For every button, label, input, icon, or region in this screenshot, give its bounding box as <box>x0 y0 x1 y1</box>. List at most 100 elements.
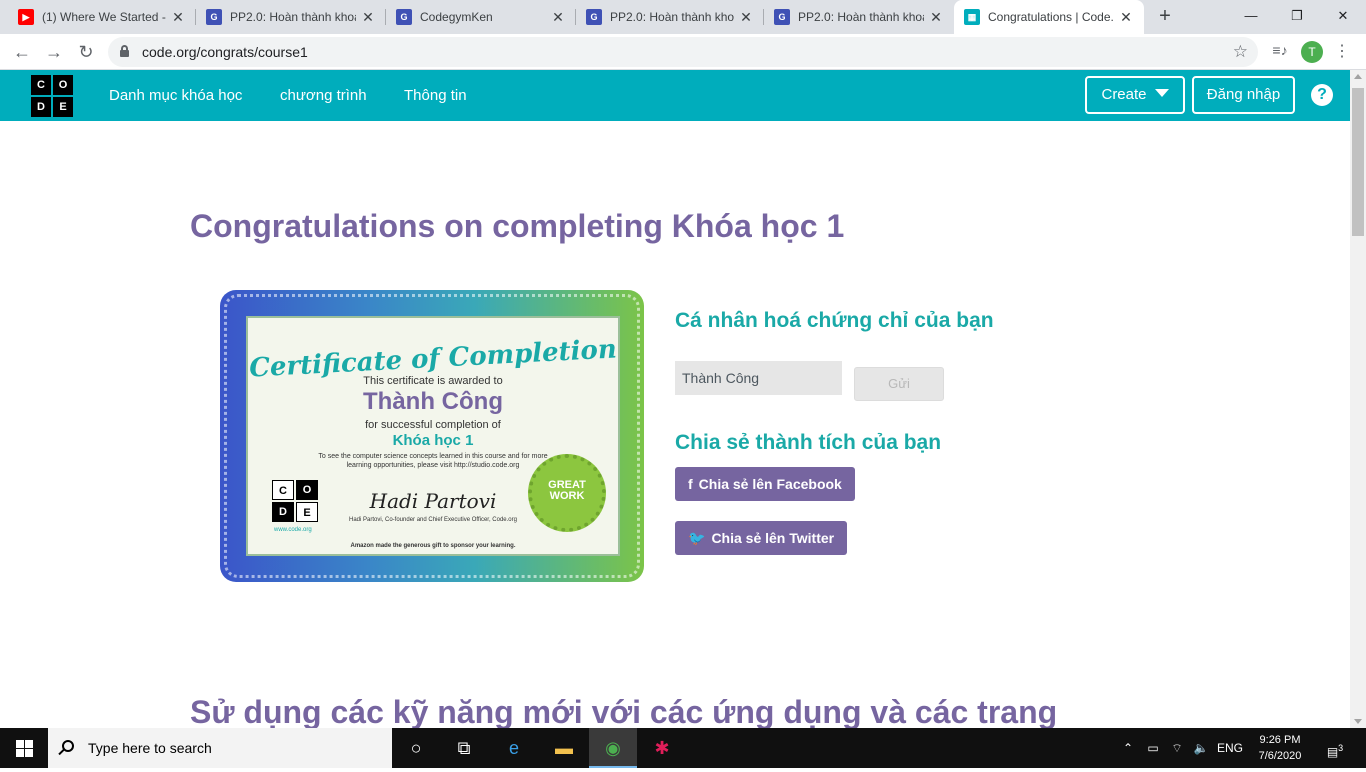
logo-letter: D <box>31 97 51 117</box>
caret-down-icon <box>1154 89 1169 97</box>
taskbar-clock[interactable]: 9:26 PM 7/6/2020 <box>1248 732 1312 764</box>
taskbar-search-placeholder: Type here to search <box>88 740 212 756</box>
tab-codegymken[interactable]: G CodegymKen ✕ <box>386 0 576 34</box>
tab-pp2-1[interactable]: G PP2.0: Hoàn thành khoá ✕ <box>196 0 386 34</box>
logo-letter: C <box>31 75 51 95</box>
chrome-icon[interactable]: ◉ <box>589 728 637 768</box>
badge-text: GREAT WORK <box>548 479 586 502</box>
notification-glyph: ▤ <box>1326 745 1339 759</box>
share-facebook-label: Chia sẻ lên Facebook <box>698 476 842 492</box>
browser-toolbar: ← → ↻ code.org/congrats/course1 ☆ ≡♪ T ⋮ <box>0 34 1366 70</box>
close-icon[interactable]: ✕ <box>1118 9 1134 26</box>
tab-title: PP2.0: Hoàn thành khoá <box>610 10 734 24</box>
page-scrollbar[interactable] <box>1350 70 1366 728</box>
codegym-icon: G <box>206 9 222 25</box>
great-work-badge: GREAT WORK <box>528 454 606 532</box>
lock-icon <box>120 45 129 57</box>
codegym-icon: G <box>586 9 602 25</box>
page-title: Congratulations on completing Khóa học 1 <box>190 208 845 244</box>
share-twitter-label: Chia sẻ lên Twitter <box>711 530 835 546</box>
certificate-recipient-name: Thành Công <box>363 388 503 415</box>
codeorg-icon: ▦ <box>964 9 980 25</box>
codegym-icon: G <box>396 9 412 25</box>
logo-letter: E <box>53 97 73 117</box>
certificate-success-text: for successful completion of <box>365 419 501 431</box>
logo-letter: D <box>272 502 294 522</box>
share-heading: Chia sẻ thành tích của bạn <box>675 431 942 454</box>
forward-icon[interactable]: → <box>42 40 66 64</box>
create-dropdown-button[interactable]: Create <box>1085 76 1185 114</box>
new-tab-button[interactable]: + <box>1152 4 1178 30</box>
personalize-heading: Cá nhân hoá chứng chỉ của bạn <box>675 309 994 332</box>
clock-date: 7/6/2020 <box>1258 750 1302 762</box>
close-icon[interactable]: ✕ <box>928 9 944 26</box>
help-icon[interactable]: ? <box>1311 84 1333 106</box>
close-window-button[interactable]: ✕ <box>1320 0 1366 34</box>
site-header: C O D E Danh mục khóa học chương trình T… <box>0 70 1350 121</box>
browser-tab-strip: ▶ (1) Where We Started - ✕ G PP2.0: Hoàn… <box>0 0 1366 34</box>
certificate-footer: Amazon made the generous gift to sponsor… <box>350 543 516 549</box>
wifi-icon[interactable]: ⌔ <box>1166 728 1188 768</box>
edge-icon[interactable]: e <box>490 728 538 768</box>
address-bar[interactable]: code.org/congrats/course1 ☆ <box>108 37 1258 67</box>
share-twitter-button[interactable]: 🐦 Chia sẻ lên Twitter <box>675 521 848 555</box>
notification-center-icon[interactable]: ▤3 <box>1320 728 1350 768</box>
taskbar-search-box[interactable]: Type here to search <box>48 728 392 768</box>
tab-title: CodegymKen <box>420 10 493 24</box>
close-icon[interactable]: ✕ <box>738 9 754 26</box>
notification-count: 3 <box>1338 743 1344 753</box>
tab-title: PP2.0: Hoàn thành khoá <box>230 10 356 24</box>
media-control-icon[interactable]: ≡♪ <box>1270 42 1290 62</box>
task-view-icon[interactable]: ⧉ <box>440 728 488 768</box>
back-icon[interactable]: ← <box>10 40 34 64</box>
create-label: Create <box>1101 86 1147 103</box>
certificate-website: www.code.org <box>274 527 312 533</box>
windows-start-icon[interactable] <box>0 728 48 768</box>
certificate-body: Certificate of Completion This certifica… <box>246 316 620 556</box>
menu-kebab-icon[interactable]: ⋮ <box>1334 40 1350 64</box>
battery-icon[interactable]: ▭ <box>1142 728 1164 768</box>
codeorg-logo[interactable]: C O D E <box>31 75 73 117</box>
certificate-course-name: Khóa học 1 <box>392 432 474 449</box>
tab-title: (1) Where We Started - <box>42 10 166 24</box>
language-indicator[interactable]: ENG <box>1214 728 1246 768</box>
youtube-icon: ▶ <box>18 9 34 25</box>
submit-button[interactable]: Gửi <box>854 367 944 401</box>
logo-letter: E <box>296 502 318 522</box>
tab-title: PP2.0: Hoàn thành khoá <box>798 10 924 24</box>
certificate-name-input[interactable]: Thành Công <box>675 361 842 395</box>
apps-section-heading: Sử dụng các kỹ năng mới với các ứng dụng… <box>190 694 1058 730</box>
share-facebook-button[interactable]: f Chia sẻ lên Facebook <box>675 467 855 501</box>
tab-pp2-3[interactable]: G PP2.0: Hoàn thành khoá ✕ <box>764 0 954 34</box>
sign-in-button[interactable]: Đăng nhập <box>1192 76 1295 114</box>
tab-where-we-started[interactable]: ▶ (1) Where We Started - ✕ <box>8 0 196 34</box>
reload-icon[interactable]: ↻ <box>74 40 98 64</box>
scrollbar-thumb[interactable] <box>1352 88 1364 236</box>
logo-letter: O <box>53 75 73 95</box>
certificate-codeorg-logo: C O D E <box>272 480 318 522</box>
close-icon[interactable]: ✕ <box>550 9 566 26</box>
nav-programs[interactable]: chương trình <box>280 70 367 121</box>
volume-icon[interactable]: 🔈 <box>1190 728 1212 768</box>
tab-congratulations[interactable]: ▦ Congratulations | Code. ✕ <box>954 0 1144 34</box>
url-text[interactable]: code.org/congrats/course1 <box>142 37 308 67</box>
certificate-image: Certificate of Completion This certifica… <box>220 290 644 582</box>
tab-title: Congratulations | Code. <box>988 10 1114 24</box>
show-hidden-icons-chevron-icon[interactable]: ⌃ <box>1118 728 1138 768</box>
restore-button[interactable]: ❐ <box>1274 0 1320 34</box>
close-icon[interactable]: ✕ <box>360 9 376 26</box>
minimize-button[interactable]: — <box>1228 0 1274 34</box>
profile-avatar[interactable]: T <box>1301 41 1323 63</box>
tab-pp2-2[interactable]: G PP2.0: Hoàn thành khoá ✕ <box>576 0 764 34</box>
nav-course-catalog[interactable]: Danh mục khóa học <box>109 70 242 121</box>
bookmark-star-icon[interactable]: ☆ <box>1233 37 1248 67</box>
close-icon[interactable]: ✕ <box>170 9 186 26</box>
scroll-down-arrow-icon[interactable] <box>1354 719 1362 724</box>
scroll-up-arrow-icon[interactable] <box>1354 74 1362 79</box>
nav-about[interactable]: Thông tin <box>404 70 467 121</box>
file-explorer-icon[interactable]: ▬ <box>540 728 588 768</box>
clock-time: 9:26 PM <box>1259 734 1301 746</box>
search-icon <box>62 740 74 752</box>
slack-icon[interactable]: ✱ <box>638 728 686 768</box>
cortana-icon[interactable]: ○ <box>392 728 440 768</box>
